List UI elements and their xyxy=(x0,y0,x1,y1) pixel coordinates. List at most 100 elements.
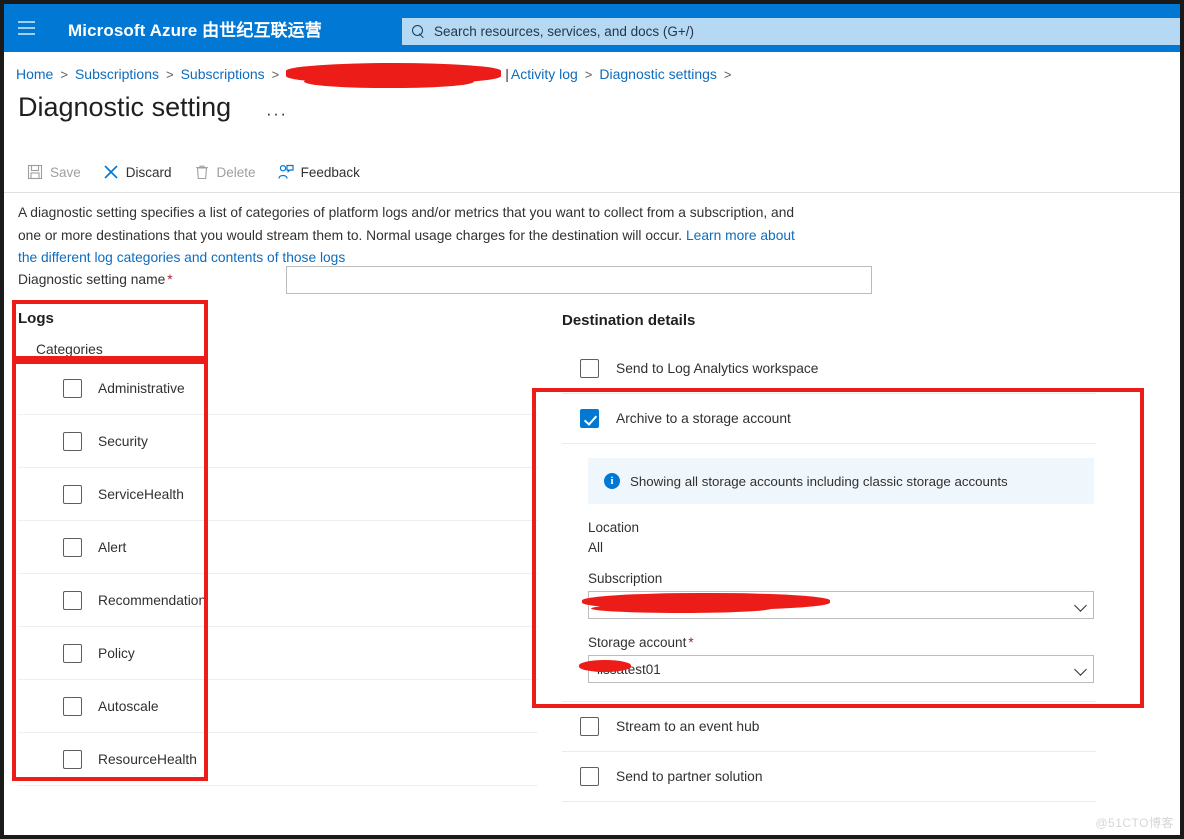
category-label: ResourceHealth xyxy=(98,752,197,767)
log-analytics-checkbox[interactable] xyxy=(580,359,599,378)
page-description: A diagnostic setting specifies a list of… xyxy=(18,202,808,270)
location-label: Location xyxy=(588,520,1096,535)
categories-label: Categories xyxy=(36,342,103,357)
category-label: Autoscale xyxy=(98,699,159,714)
log-analytics-label: Send to Log Analytics workspace xyxy=(616,361,818,376)
search-placeholder: Search resources, services, and docs (G+… xyxy=(434,24,694,39)
save-label: Save xyxy=(50,165,81,180)
diagnostic-setting-name-row: Diagnostic setting name* xyxy=(18,266,878,298)
category-row-autoscale[interactable]: Autoscale xyxy=(18,680,538,733)
category-row-policy[interactable]: Policy xyxy=(18,627,538,680)
archive-storage-panel: i Showing all storage accounts including… xyxy=(562,444,1096,702)
feedback-button[interactable]: Feedback xyxy=(269,156,369,188)
breadcrumb-item-subscriptions-2[interactable]: Subscriptions xyxy=(181,66,265,82)
storage-account-label: Storage account* xyxy=(588,635,1096,650)
global-search-input[interactable]: Search resources, services, and docs (G+… xyxy=(402,18,1180,45)
category-checkbox-policy[interactable] xyxy=(63,644,82,663)
destination-row-archive-storage[interactable]: Archive to a storage account xyxy=(562,394,1096,444)
storage-info-text: Showing all storage accounts including c… xyxy=(630,474,1008,489)
discard-button[interactable]: Discard xyxy=(94,156,181,188)
chevron-down-icon xyxy=(1074,599,1087,612)
save-button[interactable]: Save xyxy=(18,156,90,188)
command-bar: Save Discard Delete Feedback xyxy=(18,156,369,188)
chevron-down-icon xyxy=(1074,663,1087,676)
breadcrumb-separator: > xyxy=(60,67,68,82)
subscription-label: Subscription xyxy=(588,571,1096,586)
category-label: Policy xyxy=(98,646,135,661)
brand-title[interactable]: Microsoft Azure 由世纪互联运营 xyxy=(68,16,322,41)
more-options-button[interactable]: ··· xyxy=(266,104,287,124)
destination-row-partner-solution[interactable]: Send to partner solution xyxy=(562,752,1096,802)
required-marker: * xyxy=(167,272,172,287)
hamburger-icon[interactable] xyxy=(4,4,48,52)
save-icon xyxy=(27,164,43,180)
category-checkbox-alert[interactable] xyxy=(63,538,82,557)
destination-details-heading: Destination details xyxy=(562,312,695,329)
watermark: @51CTO博客 xyxy=(1095,814,1174,831)
storage-info-banner: i Showing all storage accounts including… xyxy=(588,458,1094,504)
trash-icon xyxy=(194,164,210,180)
category-checkbox-servicehealth[interactable] xyxy=(63,485,82,504)
category-label: Recommendation xyxy=(98,593,206,608)
delete-label: Delete xyxy=(217,165,256,180)
category-row-administrative[interactable]: Administrative xyxy=(18,362,538,415)
archive-storage-checkbox[interactable] xyxy=(580,409,599,428)
category-checkbox-resourcehealth[interactable] xyxy=(63,750,82,769)
destination-row-log-analytics[interactable]: Send to Log Analytics workspace xyxy=(562,344,1096,394)
category-row-security[interactable]: Security xyxy=(18,415,538,468)
close-icon xyxy=(103,164,119,180)
name-label-text: Diagnostic setting name xyxy=(18,272,165,287)
description-text: A diagnostic setting specifies a list of… xyxy=(18,205,794,243)
breadcrumb: Home > Subscriptions > Subscriptions > |… xyxy=(16,62,739,86)
diagnostic-setting-name-input[interactable] xyxy=(287,267,871,293)
destination-details-list: Send to Log Analytics workspace Archive … xyxy=(562,344,1096,802)
category-row-servicehealth[interactable]: ServiceHealth xyxy=(18,468,538,521)
info-icon: i xyxy=(604,473,620,489)
breadcrumb-item-home[interactable]: Home xyxy=(16,66,53,82)
event-hub-label: Stream to an event hub xyxy=(616,719,759,734)
search-icon xyxy=(412,25,426,39)
category-checkbox-recommendation[interactable] xyxy=(63,591,82,610)
feedback-icon xyxy=(278,164,294,180)
archive-storage-label: Archive to a storage account xyxy=(616,411,791,426)
storage-account-label-text: Storage account xyxy=(588,635,686,650)
partner-solution-checkbox[interactable] xyxy=(580,767,599,786)
breadcrumb-item-subscriptions-1[interactable]: Subscriptions xyxy=(75,66,159,82)
category-checkbox-autoscale[interactable] xyxy=(63,697,82,716)
category-label: Alert xyxy=(98,540,126,555)
category-label: ServiceHealth xyxy=(98,487,184,502)
storage-account-redaction xyxy=(579,660,631,672)
log-categories-list: Administrative Security ServiceHealth Al… xyxy=(18,362,538,786)
category-row-resourcehealth[interactable]: ResourceHealth xyxy=(18,733,538,786)
portal-frame: Microsoft Azure 由世纪互联运营 Search resources… xyxy=(4,4,1180,835)
category-label: Security xyxy=(98,434,148,449)
delete-button[interactable]: Delete xyxy=(185,156,265,188)
category-row-recommendation[interactable]: Recommendation xyxy=(18,574,538,627)
partner-solution-label: Send to partner solution xyxy=(616,769,763,784)
command-bar-divider xyxy=(4,192,1180,193)
diagnostic-setting-name-field[interactable] xyxy=(286,266,872,294)
category-label: Administrative xyxy=(98,381,185,396)
location-value: All xyxy=(588,540,1096,555)
breadcrumb-separator: > xyxy=(272,67,280,82)
category-row-alert[interactable]: Alert xyxy=(18,521,538,574)
event-hub-checkbox[interactable] xyxy=(580,717,599,736)
breadcrumb-separator: > xyxy=(166,67,174,82)
breadcrumb-item-diagnostic-settings[interactable]: Diagnostic settings xyxy=(599,66,717,82)
logs-heading: Logs xyxy=(18,310,54,327)
category-checkbox-security[interactable] xyxy=(63,432,82,451)
breadcrumb-item-activity-log[interactable]: Activity log xyxy=(511,66,578,82)
diagnostic-setting-name-label: Diagnostic setting name* xyxy=(18,272,173,287)
category-checkbox-administrative[interactable] xyxy=(63,379,82,398)
breadcrumb-item-redacted[interactable] xyxy=(286,66,501,83)
subscription-redaction-2 xyxy=(591,604,771,613)
breadcrumb-separator: > xyxy=(585,67,593,82)
subscription-dropdown[interactable] xyxy=(588,591,1094,619)
required-marker: * xyxy=(688,635,693,650)
destination-row-event-hub[interactable]: Stream to an event hub xyxy=(562,702,1096,752)
discard-label: Discard xyxy=(126,165,172,180)
page-title: Diagnostic setting xyxy=(18,92,231,123)
storage-account-dropdown[interactable]: llssatest01 xyxy=(588,655,1094,683)
breadcrumb-pipe: | xyxy=(505,66,509,82)
breadcrumb-separator: > xyxy=(724,67,732,82)
